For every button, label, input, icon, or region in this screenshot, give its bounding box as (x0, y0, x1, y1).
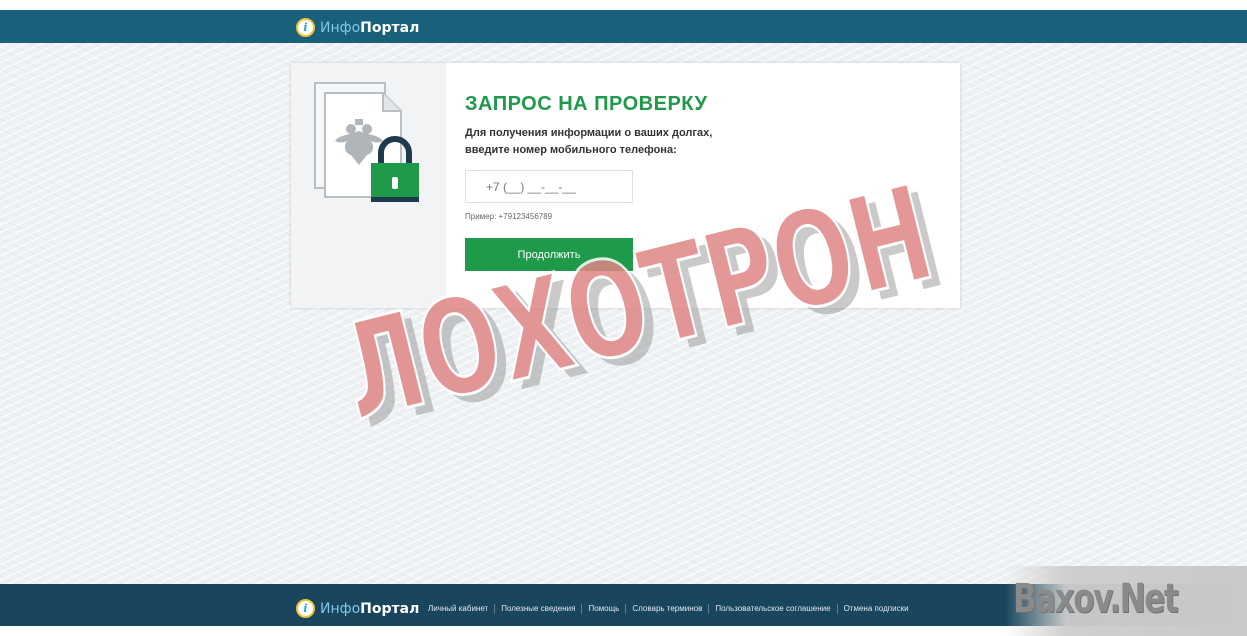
site-watermark: Baxov.Net (1005, 566, 1247, 636)
footer-link-glossary[interactable]: Словарь терминов (625, 604, 708, 614)
logo-word-portal: Портал (360, 19, 420, 36)
footer-link-help[interactable]: Помощь (581, 604, 625, 614)
header-logo[interactable]: i Инфо Портал (296, 18, 419, 37)
footer-link-unsubscribe[interactable]: Отмена подписки (836, 604, 915, 614)
card-illustration-panel (291, 63, 446, 308)
logo-word-info: Инфо (320, 19, 361, 36)
continue-button[interactable]: Продолжить (465, 238, 633, 271)
logo-word-portal: Портал (360, 600, 420, 617)
footer-nav: Личный кабинет Полезные сведения Помощь … (428, 604, 915, 614)
footer-logo[interactable]: i Инфо Портал (296, 599, 419, 618)
card-title: ЗАПРОС НА ПРОВЕРКУ (465, 93, 708, 115)
footer-link-account[interactable]: Личный кабинет (428, 604, 494, 614)
footer-link-useful-info[interactable]: Полезные сведения (494, 604, 581, 614)
top-strip (0, 0, 1247, 10)
phone-example-hint: Пример: +79123456789 (465, 212, 553, 221)
info-icon: i (296, 599, 315, 618)
card-description: Для получения информации о ваших долгах,… (465, 127, 713, 156)
site-header: i Инфо Портал (0, 10, 1247, 43)
phone-input[interactable] (465, 170, 633, 203)
info-icon: i (296, 18, 315, 37)
watermark-text: Baxov.Net (1013, 576, 1179, 622)
verification-card: ЗАПРОС НА ПРОВЕРКУ Для получения информа… (291, 63, 960, 308)
document-lock-illustration (314, 82, 419, 202)
footer-link-user-agreement[interactable]: Пользовательское соглашение (708, 604, 836, 614)
logo-word-info: Инфо (320, 600, 361, 617)
